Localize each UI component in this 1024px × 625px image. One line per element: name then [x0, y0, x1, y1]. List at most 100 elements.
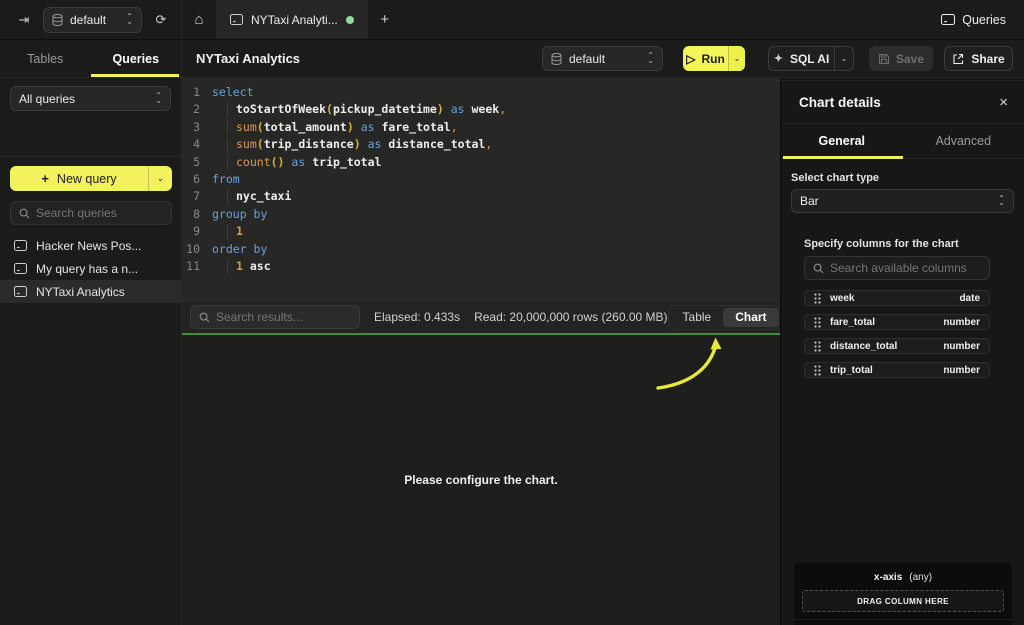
- sidebar-tabs: Tables Queries: [0, 40, 181, 78]
- sql-token: total_amount: [264, 120, 347, 134]
- axis-section-y-axis: y-axis(number)DRAG COLUMNS HERE: [794, 619, 1012, 625]
- code-content: group by: [212, 206, 267, 223]
- new-query-button[interactable]: + New query ⌄: [10, 166, 172, 191]
- saved-query-item[interactable]: My query has a n...: [0, 257, 182, 280]
- drag-handle-icon[interactable]: [814, 317, 821, 328]
- column-row[interactable]: fare_total number: [804, 314, 990, 330]
- updown-chevron-icon: ⌃⌄: [998, 197, 1005, 206]
- column-row[interactable]: weekdate: [804, 290, 990, 306]
- code-line: 1select: [182, 84, 780, 101]
- search-icon: [199, 312, 210, 323]
- columns-search-input[interactable]: [830, 261, 981, 275]
- save-button-label: Save: [896, 52, 924, 66]
- run-database-selector[interactable]: default ⌃⌄: [542, 46, 663, 71]
- sql-token: fare_total: [381, 120, 450, 134]
- updown-chevron-icon: ⌃⌄: [647, 54, 654, 63]
- queries-button[interactable]: Queries: [941, 13, 1006, 27]
- plus-icon: +: [380, 11, 389, 28]
- console-icon: [14, 286, 27, 297]
- close-icon: ×: [999, 94, 1008, 111]
- chart-type-select[interactable]: Bar ⌃⌄: [791, 189, 1014, 213]
- code-content: toStartOfWeek(pickup_datetime) as week,: [212, 101, 506, 118]
- sql-ai-chevron[interactable]: ⌄: [834, 47, 853, 70]
- sql-ai-button[interactable]: ✦SQL AI ⌄: [768, 46, 854, 71]
- collapse-sidebar-button[interactable]: ⇥: [14, 10, 34, 30]
- editor-tab-nytaxi[interactable]: NYTaxi Analyti...: [216, 0, 368, 39]
- sql-token: as: [451, 102, 465, 116]
- run-options-chevron[interactable]: ⌄: [728, 46, 745, 71]
- queries-icon: [941, 14, 955, 25]
- sql-token: as: [368, 137, 382, 151]
- code-content: sum(total_amount) as fare_total,: [212, 119, 458, 136]
- sql-token: ,: [485, 137, 492, 151]
- database-selector[interactable]: default ⌃⌄: [43, 7, 142, 33]
- new-tab-button[interactable]: +: [368, 0, 402, 39]
- console-icon: [14, 240, 27, 251]
- columns-search: [804, 256, 990, 280]
- results-search-input[interactable]: [216, 310, 351, 324]
- line-number: 7: [182, 188, 200, 205]
- saved-query-item[interactable]: NYTaxi Analytics: [0, 280, 182, 303]
- editor-tab-title: NYTaxi Analyti...: [251, 13, 338, 27]
- sql-token: ,: [499, 102, 506, 116]
- plus-icon: +: [41, 171, 49, 186]
- sql-token: [243, 259, 250, 273]
- drag-handle-icon[interactable]: [814, 341, 821, 352]
- column-name: fare_total: [830, 317, 934, 328]
- run-button[interactable]: ▷Run ⌄: [683, 46, 745, 71]
- indent-guide: [227, 259, 228, 274]
- query-filter-select[interactable]: All queries ⌃⌄: [10, 86, 171, 111]
- sparkle-icon: ✦: [774, 52, 783, 65]
- axis-label-row: x-axis(any): [794, 563, 1012, 587]
- close-panel-button[interactable]: ×: [999, 95, 1008, 110]
- top-bar-right: Queries: [941, 13, 1024, 27]
- drag-handle-icon[interactable]: [814, 365, 821, 376]
- tab-advanced[interactable]: Advanced: [903, 124, 1024, 158]
- read-stat: Read: 20,000,000 rows (260.00 MB): [474, 310, 667, 324]
- tab-queries[interactable]: Queries: [91, 40, 182, 77]
- sql-token: [361, 137, 368, 151]
- chevron-down-icon[interactable]: ⌄: [148, 166, 172, 191]
- sql-editor[interactable]: 1select2toStartOfWeek(pickup_datetime) a…: [182, 78, 780, 300]
- share-button[interactable]: Share: [944, 46, 1013, 71]
- refresh-button[interactable]: ⟳: [151, 10, 171, 30]
- available-columns-list: weekdate fare_total number distance_totalnu…: [804, 290, 990, 386]
- sql-token: ,: [451, 120, 458, 134]
- saved-query-item[interactable]: Hacker News Pos...: [0, 234, 182, 257]
- code-content: sum(trip_distance) as distance_total,: [212, 136, 492, 153]
- line-number: 6: [182, 171, 200, 188]
- column-row[interactable]: distance_totalnumber: [804, 338, 990, 354]
- sql-token: distance_total: [388, 137, 485, 151]
- home-button[interactable]: ⌂: [182, 0, 216, 39]
- tab-tables[interactable]: Tables: [0, 40, 91, 77]
- panel-title: Chart details: [799, 95, 881, 110]
- chart-empty-message: Please configure the chart.: [404, 473, 557, 487]
- line-number: 5: [182, 154, 200, 171]
- database-selector-value: default: [70, 13, 119, 27]
- column-row[interactable]: trip_totalnumber: [804, 362, 990, 378]
- column-type: number: [943, 317, 980, 328]
- view-toggle-chart[interactable]: Chart: [723, 308, 778, 327]
- sql-token: sum: [236, 137, 257, 151]
- query-search-input[interactable]: [36, 206, 163, 220]
- chart-type-value: Bar: [800, 194, 991, 208]
- save-button[interactable]: Save: [869, 46, 933, 71]
- share-button-label: Share: [971, 52, 1004, 66]
- column-name: week: [830, 293, 950, 304]
- updown-chevron-icon: ⌃⌄: [155, 94, 162, 103]
- drag-handle-icon[interactable]: [814, 293, 821, 304]
- search-icon: [813, 263, 824, 274]
- axis-drop-zone[interactable]: DRAG COLUMN HERE: [802, 590, 1004, 612]
- new-query-label: New query: [57, 172, 117, 186]
- collapse-sidebar-icon: ⇥: [19, 12, 30, 28]
- sql-token: (): [271, 155, 285, 169]
- view-toggle-table[interactable]: Table: [671, 308, 724, 327]
- updown-chevron-icon: ⌃⌄: [126, 15, 133, 24]
- tab-general[interactable]: General: [781, 124, 903, 158]
- axis-label-row: y-axis(number): [794, 620, 1012, 625]
- sidebar-body: All queries ⌃⌄ +New query ⌄ Hacker News …: [0, 78, 181, 111]
- code-content: from: [212, 171, 240, 188]
- line-number: 9: [182, 223, 200, 240]
- saved-query-list: Hacker News Pos...My query has a n...NYT…: [0, 234, 182, 303]
- sql-token: as: [361, 120, 375, 134]
